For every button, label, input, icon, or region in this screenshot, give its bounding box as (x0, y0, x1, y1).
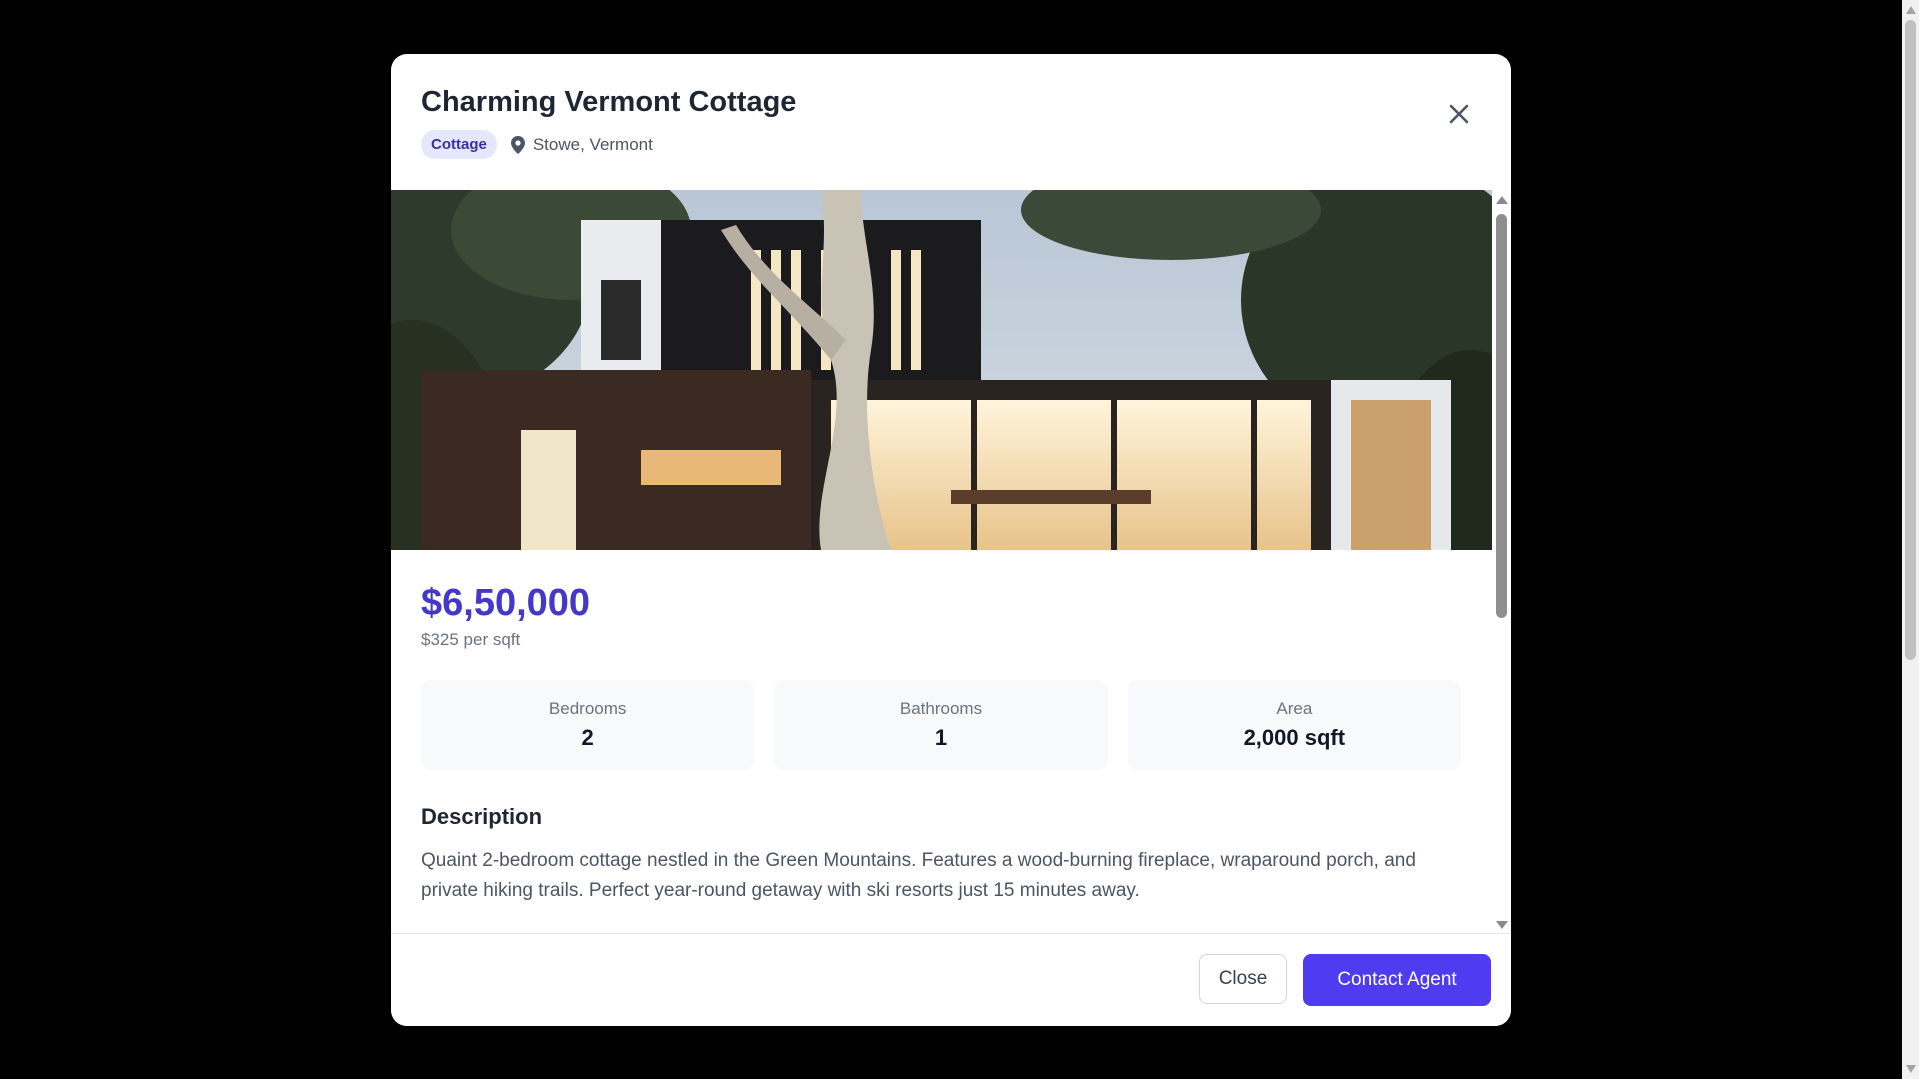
property-stats: Bedrooms 2 Bathrooms 1 Area 2,000 sqft (421, 680, 1461, 770)
stat-label: Area (1276, 699, 1313, 718)
scroll-down-arrow-icon[interactable] (1496, 921, 1508, 929)
stat-label: Bathrooms (899, 699, 983, 718)
page-scrollbar[interactable] (1902, 0, 1919, 1079)
stat-value: 2 (581, 725, 594, 750)
stat-bathrooms: Bathrooms 1 (774, 680, 1108, 770)
description-text: Quaint 2-bedroom cottage nestled in the … (421, 850, 1416, 901)
property-photo (391, 190, 1492, 550)
map-pin-icon (510, 135, 525, 154)
description-heading: Description (421, 804, 543, 829)
scroll-up-arrow-icon[interactable] (1496, 196, 1508, 204)
modal-scrollbar-thumb[interactable] (1496, 214, 1507, 618)
stat-value: 2,000 sqft (1243, 725, 1346, 750)
stat-value: 1 (934, 725, 948, 750)
stat-area: Area 2,000 sqft (1127, 680, 1461, 770)
modal-footer: Close Contact Agent (391, 933, 1511, 1026)
property-title: Charming Vermont Cottage (421, 86, 797, 118)
modal-header: Charming Vermont Cottage Cottage Stowe, … (391, 54, 1511, 190)
page-scrollbar-thumb[interactable] (1905, 20, 1916, 660)
property-price: $6,50,000 (421, 582, 591, 624)
location-text: Stowe, Vermont (532, 134, 653, 154)
modal-scrollbar[interactable] (1492, 190, 1511, 935)
close-button[interactable]: Close (1199, 954, 1287, 1004)
stat-bedrooms: Bedrooms 2 (421, 680, 755, 770)
page-scroll-up-icon[interactable] (1906, 6, 1916, 14)
modal-body[interactable]: $6,50,000 $325 per sqft Bedrooms 2 Bathr… (391, 190, 1511, 987)
close-icon[interactable] (1445, 100, 1473, 128)
price-per-sqft: $325 per sqft (421, 630, 521, 649)
property-modal: Charming Vermont Cottage Cottage Stowe, … (391, 54, 1511, 1026)
property-type-badge: Cottage (421, 130, 497, 159)
property-meta: Cottage Stowe, Vermont (421, 130, 653, 159)
page-scroll-down-icon[interactable] (1906, 1065, 1916, 1073)
stat-label: Bedrooms (548, 699, 627, 718)
contact-agent-button[interactable]: Contact Agent (1303, 954, 1491, 1006)
property-location: Stowe, Vermont (510, 134, 653, 155)
